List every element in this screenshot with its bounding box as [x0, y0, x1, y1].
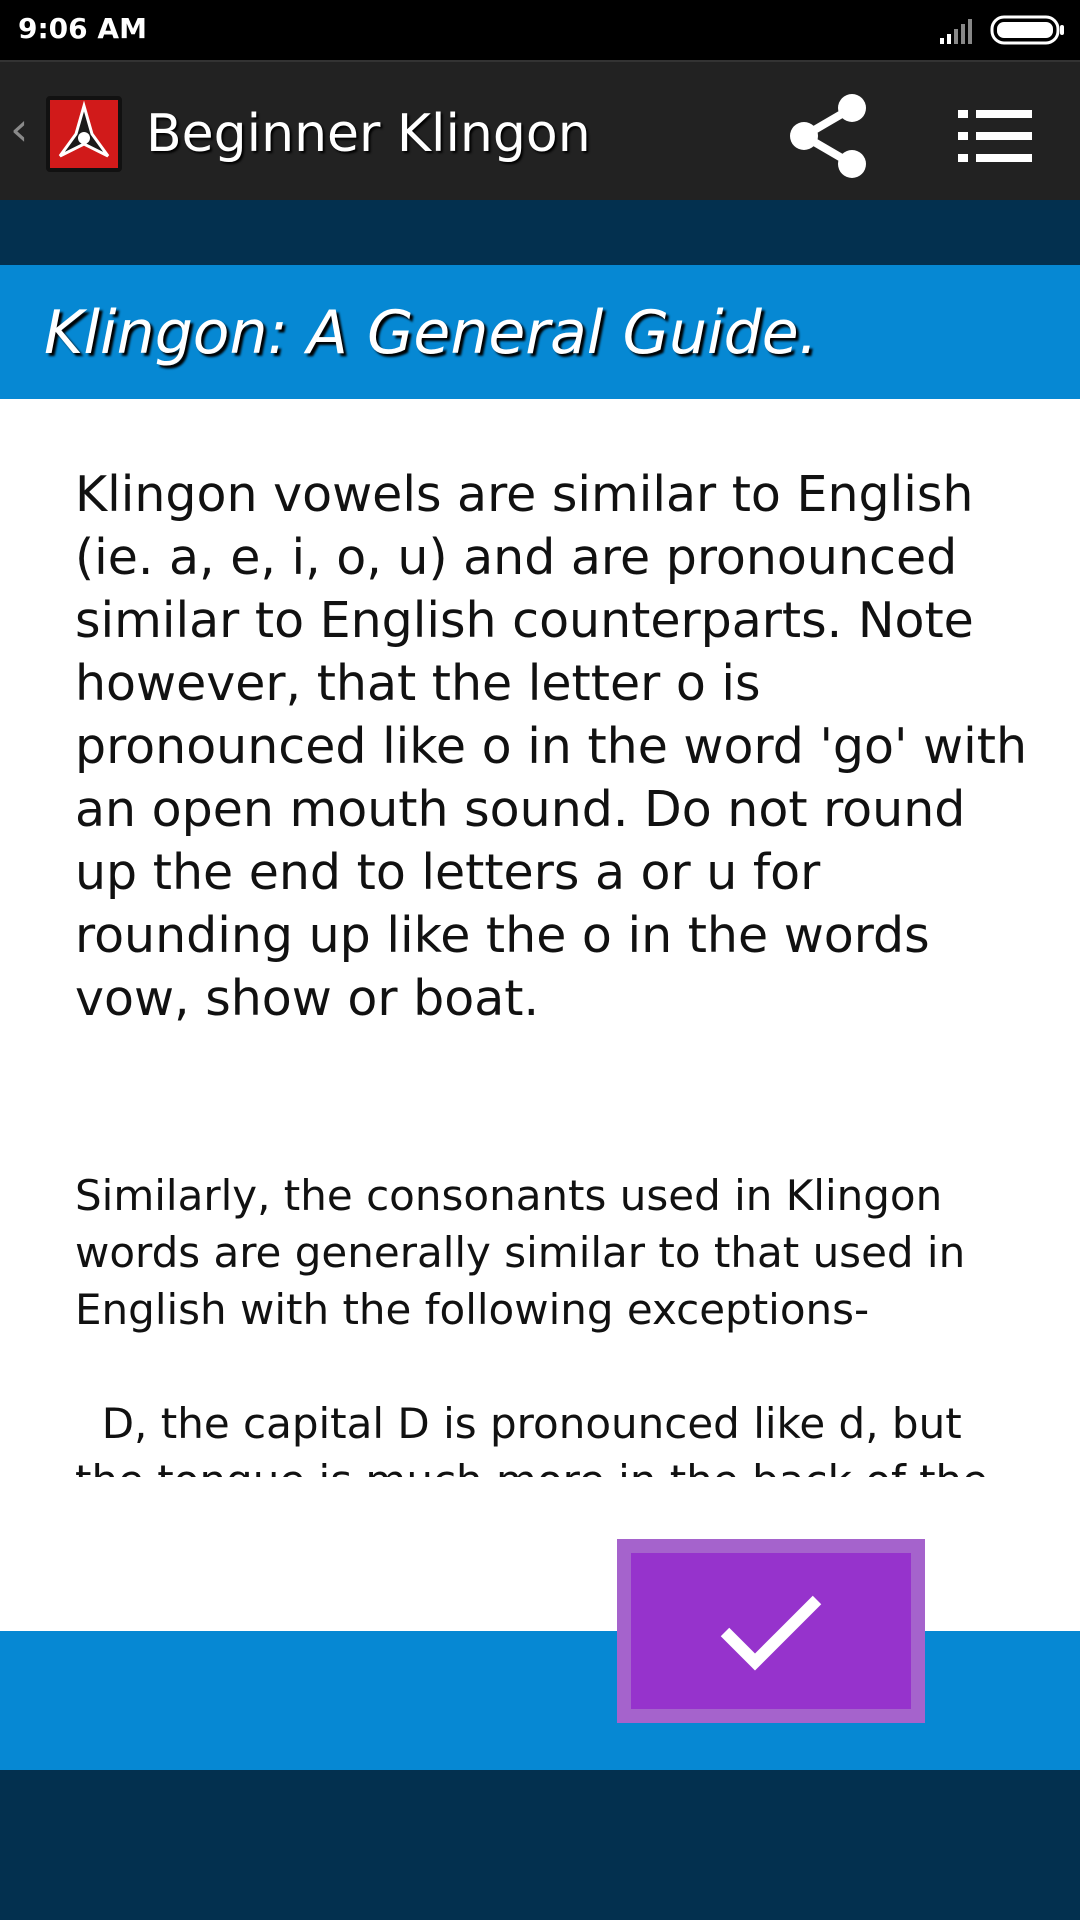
status-bar: 9:06 AM [0, 0, 1080, 60]
top-divider-strip [0, 200, 1080, 265]
confirm-button[interactable] [617, 1539, 925, 1723]
lesson-paragraph: D, the capital D is pronounced like d, b… [75, 1399, 988, 1477]
app-title: Beginner Klingon [146, 104, 591, 164]
signal-icon [940, 19, 972, 44]
checkmark-icon [720, 1595, 822, 1671]
list-menu-icon[interactable] [950, 98, 1040, 174]
chevron-left-icon[interactable]: ‹ [10, 106, 28, 152]
share-icon[interactable] [782, 90, 874, 182]
action-bar: ‹ Beginner Klingon [0, 60, 1080, 200]
klingon-emblem-icon[interactable] [46, 96, 122, 172]
section-title: Klingon: A General Guide. [44, 298, 818, 368]
lesson-content[interactable]: Klingon vowels are similar to English (i… [0, 399, 1080, 1477]
status-time: 9:06 AM [18, 12, 147, 45]
lesson-paragraph: Similarly, the consonants used in Klingo… [75, 1171, 966, 1334]
lesson-paragraph: Klingon vowels are similar to English (i… [75, 466, 1028, 1027]
section-header: Klingon: A General Guide. [0, 265, 1080, 399]
bottom-dark-band [0, 1770, 1080, 1920]
battery-icon [990, 15, 1064, 45]
